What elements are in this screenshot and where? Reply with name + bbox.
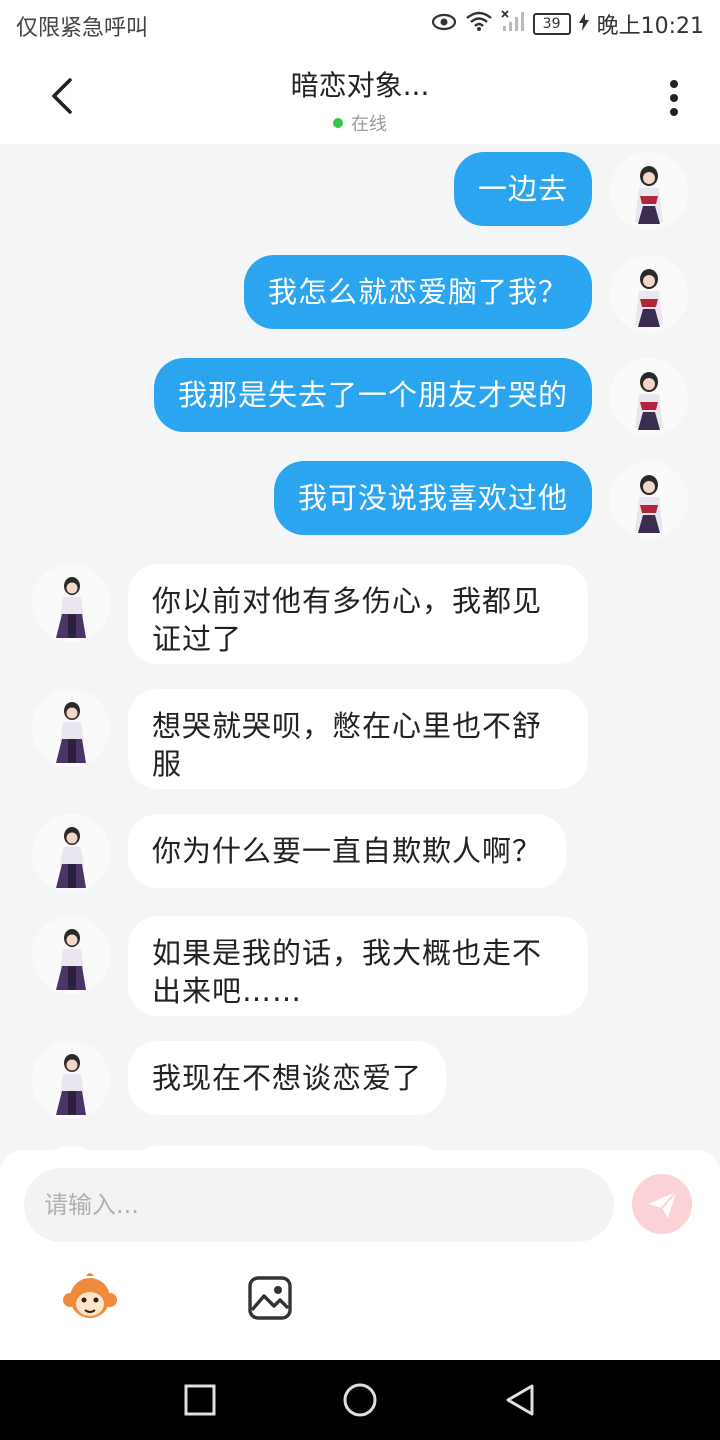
my-message-bubble[interactable]: 我可没说我喜欢过他: [273, 461, 592, 535]
home-circle-icon[interactable]: [340, 1380, 380, 1420]
avatar-me[interactable]: [610, 358, 688, 436]
avatar-contact[interactable]: [32, 1041, 110, 1119]
more-vertical-icon[interactable]: [654, 76, 694, 120]
title-block: 暗恋对象... 在线: [0, 64, 720, 136]
message-input[interactable]: [24, 1168, 614, 1242]
online-status-label: 在线: [351, 114, 387, 135]
avatar-contact[interactable]: [32, 916, 110, 994]
contact-message-bubble[interactable]: 想哭就哭呗，憋在心里也不舒服: [128, 689, 588, 789]
contact-message-bubble[interactable]: 你为什么要一直自欺欺人啊？: [128, 814, 567, 888]
send-plane-icon: [648, 1191, 677, 1218]
sticker-monkey-icon[interactable]: [60, 1268, 120, 1328]
signal-icon: [500, 10, 525, 38]
avatar-me[interactable]: [610, 152, 688, 230]
chat-header: 暗恋对象... 在线: [0, 48, 720, 144]
recent-apps-square-icon[interactable]: [180, 1380, 220, 1420]
avatar-me[interactable]: [610, 461, 688, 539]
carrier-text: 仅限紧急呼叫: [16, 16, 149, 41]
wifi-icon: [465, 10, 493, 38]
avatar-me[interactable]: [610, 255, 688, 333]
online-dot: [333, 118, 343, 128]
message-composer: [0, 1150, 720, 1360]
contact-message-bubble[interactable]: 我现在不想谈恋爱了: [128, 1041, 447, 1115]
my-message-bubble[interactable]: 一边去: [453, 152, 592, 226]
avatar-contact[interactable]: [32, 564, 110, 642]
battery-icon: 39: [532, 13, 571, 35]
contact-message-bubble[interactable]: 如果是我的话，我大概也走不出来吧……: [128, 916, 588, 1016]
image-gallery-icon[interactable]: [240, 1268, 300, 1328]
my-message-bubble[interactable]: 我怎么就恋爱脑了我？: [243, 255, 592, 329]
system-nav-bar: [0, 1360, 720, 1440]
status-icons: 39 晚上10:21: [431, 8, 704, 40]
my-message-bubble[interactable]: 我那是失去了一个朋友才哭的: [153, 358, 592, 432]
contact-message-bubble[interactable]: 你以前对他有多伤心，我都见证过了: [128, 564, 588, 664]
clock: 晚上10:21: [596, 14, 704, 39]
charging-icon: [578, 12, 589, 37]
avatar-contact[interactable]: [32, 689, 110, 767]
send-button[interactable]: [632, 1174, 692, 1234]
page-title: 暗恋对象...: [290, 69, 430, 102]
back-triangle-icon[interactable]: [500, 1380, 540, 1420]
avatar-contact[interactable]: [32, 814, 110, 892]
chat-message-list[interactable]: 一边去 我怎么就恋爱脑了我？ 我那是失去了一个朋友才哭的 我可没说我喜欢过他 你…: [0, 144, 720, 1152]
online-status: 在线: [333, 110, 387, 136]
status-bar: 仅限紧急呼叫 39 晚上10:21: [0, 0, 720, 48]
eye-icon: [431, 12, 457, 37]
